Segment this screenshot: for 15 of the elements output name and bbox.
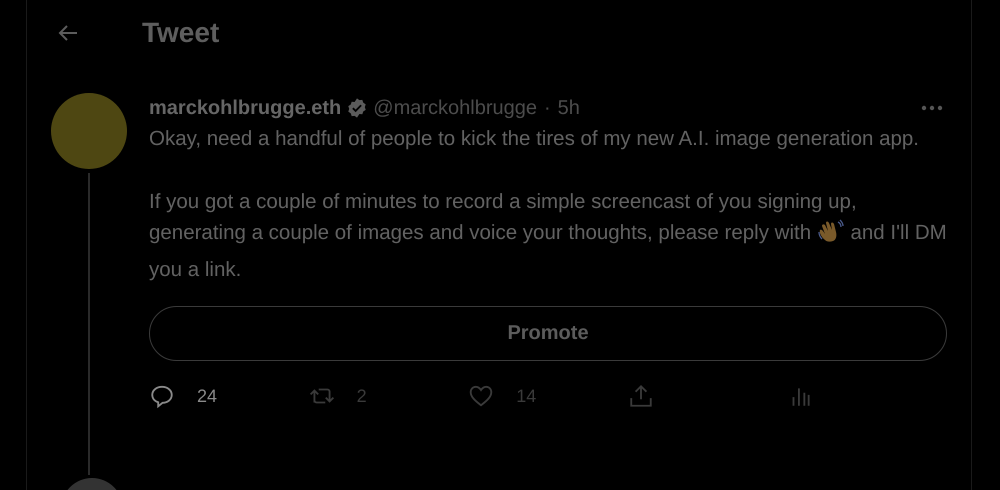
- tweet-text: Okay, need a handful of people to kick the tires of my new A.I. image generation app.: [149, 126, 920, 152]
- promote-button[interactable]: Promote: [149, 306, 947, 361]
- separator-dot: ·: [544, 96, 551, 120]
- display-name[interactable]: marckohlbrugge.eth: [149, 96, 342, 120]
- more-options-icon[interactable]: [921, 105, 943, 111]
- page-title: Tweet: [142, 17, 220, 49]
- timestamp[interactable]: 5h: [558, 96, 580, 120]
- share-icon[interactable]: [628, 383, 654, 409]
- reply-count: 24: [197, 386, 218, 406]
- tweet-text: If you got a couple of minutes to record a simple screencast of you signing up, generating a couple of images and voice your thoughts, please reply with and I'll DM you a link.: [149, 188, 947, 282]
- like-count: 14: [516, 386, 536, 406]
- heart-icon[interactable]: [468, 383, 494, 409]
- user-handle[interactable]: @marckohlbrugge: [373, 96, 537, 120]
- reply-icon[interactable]: [149, 383, 175, 409]
- retweet-count: 2: [356, 386, 367, 406]
